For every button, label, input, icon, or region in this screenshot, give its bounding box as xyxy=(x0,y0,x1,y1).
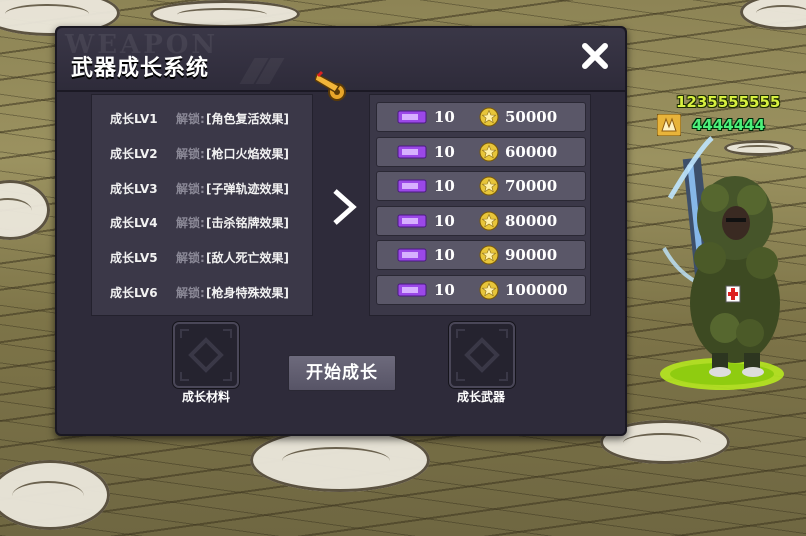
ticket-icon xyxy=(397,110,427,124)
close-icon[interactable] xyxy=(579,40,611,72)
cost-row: 10 70000 xyxy=(376,171,586,201)
unlock-effect: [击杀铭牌效果] xyxy=(206,216,289,230)
coin-cost: 70000 xyxy=(505,177,558,195)
unlock-effect: [子弹轨迹效果] xyxy=(206,182,289,196)
star-coin-icon xyxy=(479,280,499,300)
weapon-slot[interactable] xyxy=(449,322,515,388)
ticket-cost: 10 xyxy=(434,246,455,264)
background-cloud xyxy=(740,0,806,30)
ticket-icon xyxy=(397,283,427,297)
ticket-icon xyxy=(397,145,427,159)
unlock-effect: [角色复活效果] xyxy=(206,112,289,126)
star-coin-icon xyxy=(479,176,499,196)
golden-cannon-icon xyxy=(315,70,346,101)
ticket-cost: 10 xyxy=(434,108,455,126)
level-name: 成长LV6 xyxy=(110,286,158,300)
cost-row: 10 100000 xyxy=(376,275,586,305)
panel-title: 武器成长系统 xyxy=(71,56,210,81)
coin-cost: 50000 xyxy=(505,108,558,126)
star-coin-icon xyxy=(479,107,499,127)
list-item: 成长LV1 解锁: [角色复活效果] xyxy=(92,107,312,127)
unlock-effect: [枪口火焰效果] xyxy=(206,147,289,161)
unlock-effect: [枪身特殊效果] xyxy=(206,286,289,300)
list-item: 成长LV3 解锁: [子弹轨迹效果] xyxy=(92,177,312,197)
level-name: 成长LV5 xyxy=(110,251,158,265)
empty-slot-icon xyxy=(180,329,232,381)
growth-levels-list: 成长LV1 解锁: [角色复活效果] 成长LV2 解锁: [枪口火焰效果] 成长… xyxy=(91,94,313,316)
level-name: 成长LV4 xyxy=(110,216,158,230)
unlock-label: 解锁: xyxy=(176,251,205,265)
coin-cost: 90000 xyxy=(505,246,558,264)
weapon-growth-panel: WEAPON 武器成长系统 成长LV1 解锁: [角色复活效果] 成长LV2 解… xyxy=(55,26,627,436)
background-cloud xyxy=(150,0,300,28)
player-gold-stat: 1235555555 xyxy=(676,93,781,111)
cost-row: 10 50000 xyxy=(376,102,586,132)
background-cloud xyxy=(0,180,50,240)
list-item: 成长LV2 解锁: [枪口火焰效果] xyxy=(92,142,312,162)
list-item: 成长LV6 解锁: [枪身特殊效果] xyxy=(92,281,312,301)
material-slot-label: 成长材料 xyxy=(181,390,230,404)
cost-row: 10 60000 xyxy=(376,137,586,167)
background-cloud xyxy=(250,428,430,492)
star-coin-icon xyxy=(479,142,499,162)
unlock-label: 解锁: xyxy=(176,286,205,300)
cost-row: 10 80000 xyxy=(376,206,586,236)
coin-cost: 60000 xyxy=(505,143,558,161)
weapon-slot-label: 成长武器 xyxy=(456,390,505,404)
list-item: 成长LV5 解锁: [敌人死亡效果] xyxy=(92,246,312,266)
star-coin-icon xyxy=(479,211,499,231)
ticket-icon xyxy=(397,179,427,193)
ticket-cost: 10 xyxy=(434,177,455,195)
game-scene: 1235555555 4444444 WEAPON 武器成长系统 成长LV1 解… xyxy=(0,0,806,536)
growth-costs-list: 10 50000 10 60000 10 70000 10 80000 10 9… xyxy=(369,94,591,316)
coin-cost: 80000 xyxy=(505,212,558,230)
background-cloud xyxy=(0,460,110,530)
unlock-effect: [敌人死亡效果] xyxy=(206,251,289,265)
list-item: 成长LV4 解锁: [击杀铭牌效果] xyxy=(92,211,312,231)
unlock-label: 解锁: xyxy=(176,182,205,196)
unlock-label: 解锁: xyxy=(176,147,205,161)
cost-row: 10 90000 xyxy=(376,240,586,270)
ticket-icon xyxy=(397,248,427,262)
empty-slot-icon xyxy=(456,329,508,381)
level-name: 成长LV1 xyxy=(110,112,158,126)
unlock-label: 解锁: xyxy=(176,216,205,230)
level-name: 成长LV3 xyxy=(110,182,158,196)
ticket-icon xyxy=(397,214,427,228)
unlock-label: 解锁: xyxy=(176,112,205,126)
material-slot[interactable] xyxy=(173,322,239,388)
ticket-cost: 10 xyxy=(434,212,455,230)
star-coin-icon xyxy=(479,245,499,265)
level-name: 成长LV2 xyxy=(110,147,158,161)
start-growth-button[interactable]: 开始成长 xyxy=(288,355,396,391)
coin-cost: 100000 xyxy=(505,281,568,299)
ticket-cost: 10 xyxy=(434,281,455,299)
chevron-right-icon xyxy=(333,189,357,225)
ticket-cost: 10 xyxy=(434,143,455,161)
player-character[interactable] xyxy=(640,128,800,398)
